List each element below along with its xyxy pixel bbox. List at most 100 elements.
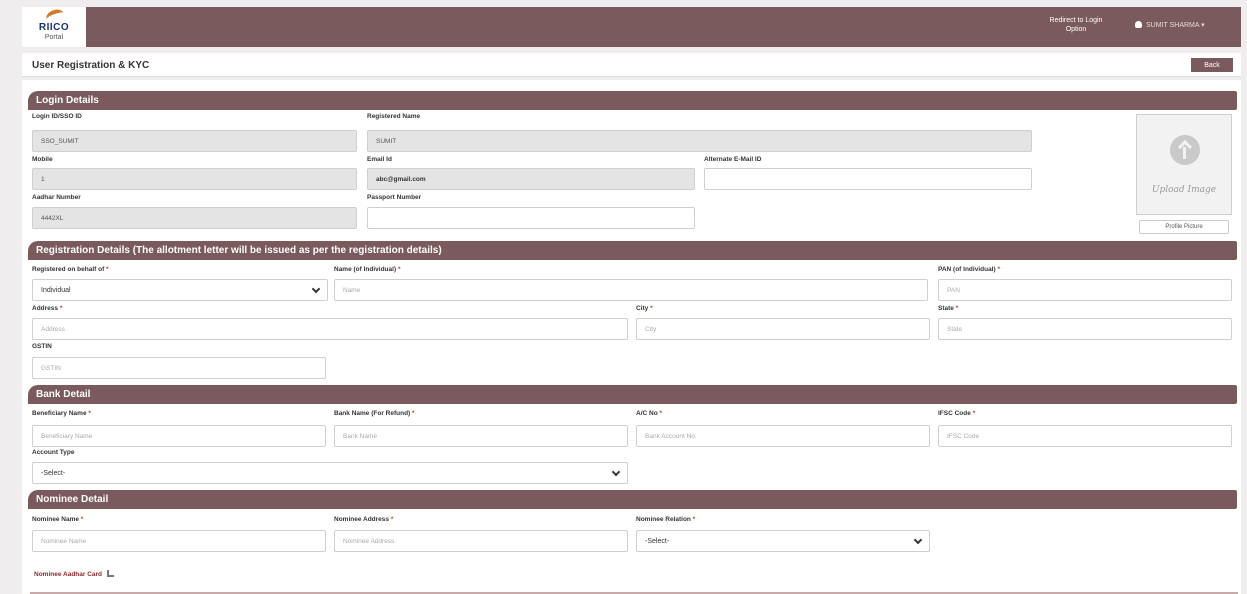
city-input[interactable]: City [636, 318, 930, 340]
user-icon [1135, 21, 1142, 28]
nominee-relation-label: Nominee Relation * [636, 516, 695, 523]
address-input[interactable]: Address [32, 318, 628, 340]
email-label: Email Id [367, 156, 392, 163]
logo-brand: RIICO [38, 22, 70, 33]
nominee-address-label: Nominee Address * [334, 516, 393, 523]
required-mark: * [88, 410, 91, 417]
gstin-label: GSTIN [32, 343, 52, 350]
required-mark: * [692, 516, 696, 523]
registered-name-label: Registered Name [367, 113, 421, 120]
behalf-label: Registered on behalf of * [32, 266, 109, 273]
mobile-field: 1 [32, 168, 357, 190]
required-mark: * [997, 266, 1000, 273]
email-field: abc@gmail.com [367, 168, 695, 190]
pan-input[interactable]: PAN [938, 279, 1232, 301]
account-type-label: Account Type [32, 449, 75, 456]
nominee-address-label-text: Nominee Address [334, 516, 390, 523]
login-id-field: SSO_SUMIT [32, 130, 357, 152]
behalf-select[interactable]: Individual [32, 279, 328, 301]
name-label: Name (of Individual) * [334, 266, 400, 273]
state-label: State * [938, 305, 958, 312]
ac-no-label: A/C No * [636, 410, 662, 417]
pan-label-text: PAN (of Individual) [938, 266, 996, 273]
required-mark: * [59, 305, 63, 312]
required-mark: * [106, 266, 109, 273]
section-header-login: Login Details [28, 91, 1237, 110]
nominee-relation-select[interactable]: -Select- [636, 530, 930, 552]
state-input[interactable]: State [938, 318, 1232, 340]
pan-label: PAN (of Individual) * [938, 266, 1000, 273]
nominee-relation-label-text: Nominee Relation [636, 516, 691, 523]
required-mark: * [659, 410, 663, 417]
state-label-text: State [938, 305, 954, 312]
ac-no-input[interactable]: Bank Account No. [636, 425, 930, 447]
behalf-label-text: Registered on behalf of [32, 266, 105, 273]
page-title: User Registration & KYC [32, 60, 150, 71]
chevron-down-icon [611, 467, 621, 477]
required-mark: * [412, 410, 415, 417]
upload-image-text: Upload Image [1151, 185, 1217, 195]
nominee-name-label-text: Nominee Name [32, 516, 79, 523]
ifsc-label: IFSC Code * [938, 410, 975, 417]
alt-email-label: Alternate E-Mail ID [704, 156, 762, 163]
nominee-name-label: Nominee Name * [32, 516, 83, 523]
nominee-aadhar-label: Nominee Aadhar Card [34, 571, 103, 578]
ifsc-label-text: IFSC Code [938, 410, 971, 417]
required-mark: * [80, 516, 84, 523]
behalf-select-value: Individual [41, 287, 71, 294]
section-header-registration: Registration Details (The allotment lett… [28, 241, 1237, 260]
back-button[interactable]: Back [1191, 58, 1233, 72]
nominee-name-input[interactable]: Nominee Name [32, 530, 326, 552]
page: RIICO Portal Redirect to Login Option SU… [0, 0, 1247, 594]
section-title: Nominee Detail [36, 494, 109, 505]
aadhar-field: 4442XL [32, 207, 357, 229]
registration-form: Login Details Login ID/SSO ID SSO_SUMIT … [22, 80, 1241, 594]
passport-field[interactable] [367, 207, 695, 229]
gstin-input[interactable]: GSTIN [32, 357, 326, 379]
profile-photo-upload[interactable]: Upload Image [1136, 114, 1232, 215]
city-label: City * [636, 305, 653, 312]
user-menu[interactable]: SUMIT SHARMA ▾ [1135, 21, 1205, 29]
section-title: Bank Detail [36, 389, 91, 400]
required-mark: * [397, 266, 401, 273]
profile-picture-button[interactable]: Profile Picture [1139, 220, 1229, 234]
beneficiary-input[interactable]: Beneficiary Name [32, 425, 326, 447]
ifsc-input[interactable]: IFSC Code [938, 425, 1232, 447]
bank-name-label: Bank Name (For Refund) * [334, 410, 415, 417]
section-title: Login Details [36, 95, 99, 106]
nominee-relation-value: -Select- [645, 538, 670, 545]
nominee-aadhar-upload[interactable]: Nominee Aadhar Card [34, 570, 115, 578]
account-type-select[interactable]: -Select- [32, 462, 628, 484]
chevron-down-icon [311, 284, 321, 294]
passport-label: Passport Number [367, 194, 422, 201]
login-id-label: Login ID/SSO ID [32, 113, 82, 120]
section-header-nominee: Nominee Detail [28, 490, 1237, 509]
section-title: Registration Details (The allotment lett… [36, 245, 442, 256]
chevron-down-icon: ▾ [1201, 22, 1205, 29]
alt-email-field[interactable] [704, 168, 1032, 190]
bank-name-input[interactable]: Bank Name [334, 425, 628, 447]
logo-subtitle: Portal [44, 34, 64, 41]
ac-no-label-text: A/C No [636, 410, 658, 417]
required-mark: * [955, 305, 959, 312]
address-label: Address * [32, 305, 62, 312]
chevron-down-icon [913, 535, 923, 545]
mobile-label: Mobile [32, 156, 53, 163]
required-mark: * [650, 305, 653, 312]
riico-logo[interactable]: RIICO Portal [22, 7, 86, 47]
aadhar-label: Aadhar Number [32, 194, 81, 201]
required-mark: * [972, 410, 976, 417]
user-name: SUMIT SHARMA [1146, 22, 1200, 29]
required-mark: * [390, 516, 394, 523]
address-label-text: Address [32, 305, 59, 312]
upload-icon [107, 570, 115, 577]
registered-name-field: SUMIT [367, 130, 1032, 152]
nominee-address-input[interactable]: Nominee Address [334, 530, 628, 552]
name-label-text: Name (of Individual) [334, 266, 397, 273]
name-input[interactable]: Name [334, 279, 928, 301]
redirect-login-link[interactable]: Redirect to Login Option [1046, 16, 1106, 34]
beneficiary-label: Beneficiary Name * [32, 410, 91, 417]
bank-name-label-text: Bank Name (For Refund) [334, 410, 411, 417]
page-header: User Registration & KYC Back [22, 53, 1241, 77]
account-type-value: -Select- [41, 470, 66, 477]
